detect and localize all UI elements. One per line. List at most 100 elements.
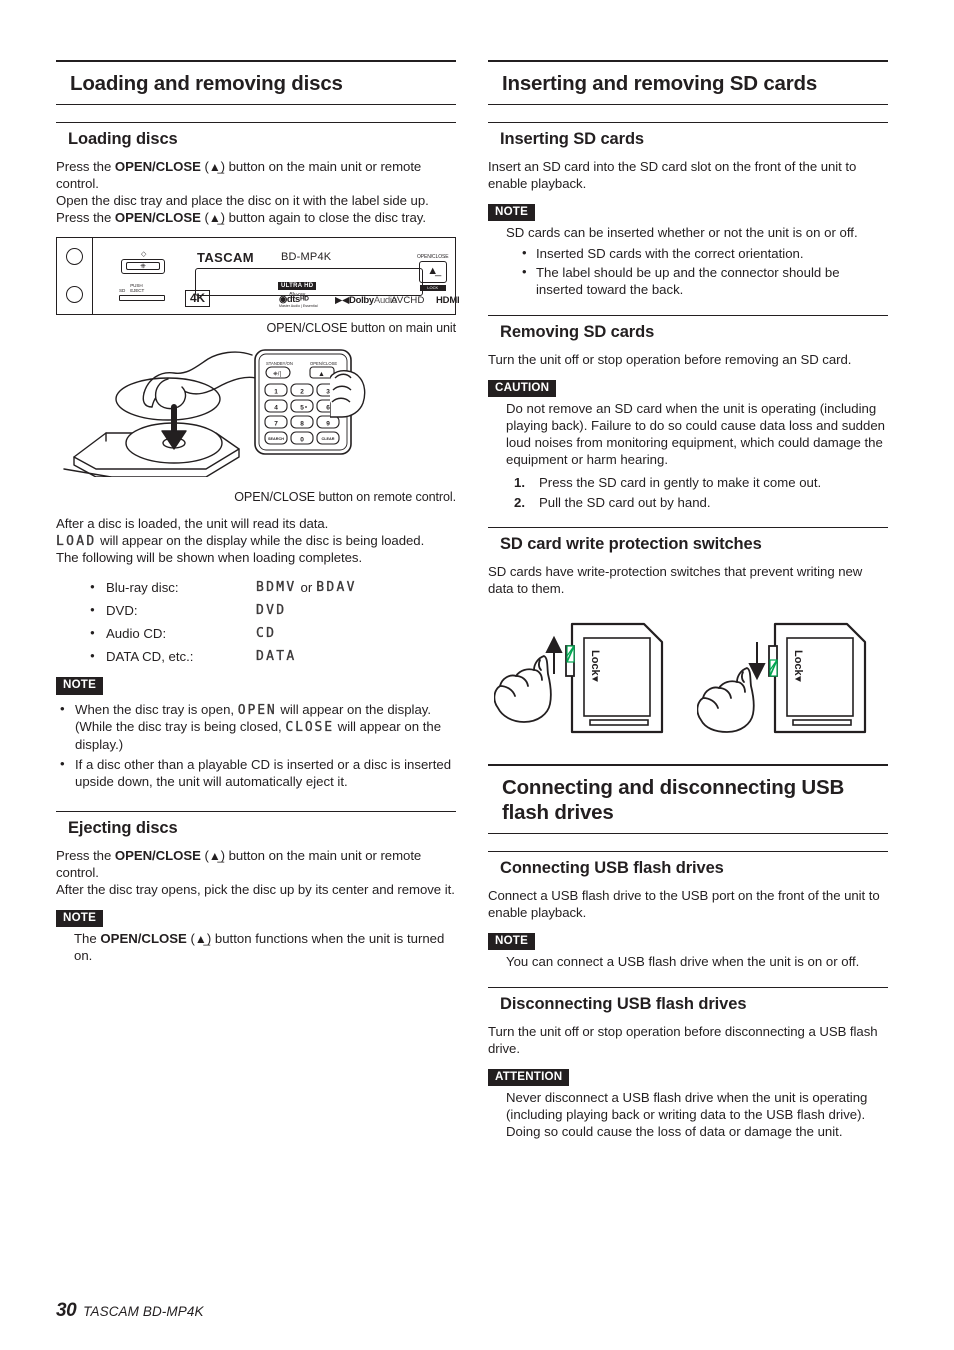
heading-ejecting-discs: Ejecting discs: [56, 810, 456, 841]
list-item: Blu-ray disc: BDMV or BDAV: [90, 576, 456, 599]
two-column-layout: Loading and removing discs Loading discs…: [0, 60, 954, 1151]
removing-para-1: Turn the unit off or stop operation befo…: [488, 351, 852, 367]
heading-sd-write-protection: SD card write protection switches: [488, 527, 888, 557]
main-unit-front-panel: ◇ ⎈ TASCAM BD-MP4K ULTRA HD Blu-ray SD P…: [56, 236, 460, 315]
brand-logo: TASCAM: [197, 249, 255, 265]
disconnecting-usb-para-1: Turn the unit off or stop operation befo…: [488, 1024, 878, 1057]
screw-hole-icon: [66, 285, 83, 303]
note-seg-1: When the disc tray is open,: [75, 701, 238, 717]
heading-loading-discs: Loading discs: [56, 122, 456, 152]
eject-icon: ▲̲: [208, 848, 221, 863]
list-item: If a disc other than a playable CD is in…: [60, 756, 456, 791]
format-value: BDMV: [256, 580, 297, 596]
note-box-ejecting: NOTE The OPEN/CLOSE (▲̲) button function…: [56, 908, 456, 965]
removal-steps: Press the SD card in gently to make it c…: [506, 474, 888, 511]
loading-para3-before: Press the: [56, 209, 115, 225]
caution-text: Do not remove an SD card when the unit i…: [506, 401, 886, 467]
note-tag: NOTE: [488, 203, 536, 222]
remote-standby-label: STANDBY/ON: [266, 361, 293, 366]
caption-main-unit: OPEN/CLOSE button on main unit: [266, 320, 456, 335]
footer-model: TASCAM BD-MP4K: [83, 1304, 204, 1319]
ultrahd-logo-text: ULTRA HD: [278, 282, 317, 291]
format-label: Blu-ray disc:: [106, 580, 179, 596]
loading-para-3: Press the OPEN/CLOSE (▲̲) button again t…: [56, 209, 426, 225]
caption-remote: OPEN/CLOSE button on remote control.: [234, 489, 456, 504]
note-body: SD cards can be inserted whether or not …: [488, 225, 888, 299]
lock-label: Lock: [792, 650, 804, 677]
openclose-bold-2: OPEN/CLOSE: [114, 209, 201, 225]
remote-control: STANDBY/ON OPEN/CLOSE ⎈/| ▲ 1 2 3 4 5 6 …: [252, 347, 366, 462]
dolby-text: Dolby: [349, 294, 374, 306]
svg-text:SEARCH: SEARCH: [268, 437, 284, 441]
or-word: or: [300, 580, 313, 596]
loading-para-2: Open the disc tray and place the disc on…: [56, 192, 429, 208]
note-box-connecting-usb: NOTE You can connect a USB flash drive w…: [488, 931, 888, 971]
inserting-para-1: Insert an SD card into the SD card slot …: [488, 159, 857, 191]
attention-box-disconnecting-usb: ATTENTION Never disconnect a USB flash d…: [488, 1067, 888, 1141]
power-icon: ⎈: [126, 262, 160, 271]
heading-removing-sd-cards: Removing SD cards: [488, 314, 888, 345]
logo-4k: 4K: [185, 289, 210, 307]
ejecting-para-1: Press the OPEN/CLOSE (▲̲) button on the …: [56, 847, 422, 880]
figure-sd-write-protection: Lock ▼ Lock ▼: [488, 612, 888, 744]
note-lead: SD cards can be inserted whether or not …: [506, 225, 858, 241]
dts-sub: Master Audio | Essential: [279, 303, 318, 308]
eject-label: EJECT: [130, 287, 145, 293]
list-item: Audio CD: CD: [90, 622, 456, 645]
note-before: The: [74, 930, 101, 946]
caution-body: Do not remove an SD card when the unit i…: [488, 401, 888, 511]
format-label: Audio CD:: [106, 626, 167, 642]
lock-arrow-icon: ▼: [589, 674, 600, 684]
note-body: The OPEN/CLOSE (▲̲) button functions whe…: [56, 931, 456, 965]
disc-tray: ULTRA HD Blu-ray: [195, 267, 423, 298]
lcd-close-text: CLOSE: [285, 720, 334, 736]
logo-hdmi: HDMI: [436, 294, 460, 306]
loading-para-1: Press the OPEN/CLOSE (▲̲) button on the …: [56, 159, 422, 191]
right-column: Inserting and removing SD cards Insertin…: [488, 60, 888, 1151]
note-tag: NOTE: [56, 909, 104, 927]
push-eject-label: PUSH EJECT: [130, 283, 145, 294]
standby-on-button: ⎈: [121, 258, 165, 274]
caution-tag: CAUTION: [488, 379, 557, 398]
svg-text:▲: ▲: [318, 371, 325, 378]
write-protect-switch-up: [566, 645, 575, 663]
openclose-button-group: OPEN/CLOSE ▲̲ LOCK: [417, 254, 449, 291]
sd-slot-label: SD: [119, 287, 126, 293]
attention-tag: ATTENTION: [488, 1068, 570, 1087]
svg-text:⎈/|: ⎈/|: [273, 371, 281, 377]
svg-text:5: 5: [300, 404, 304, 411]
note-text: You can connect a USB flash drive when t…: [506, 954, 860, 970]
openclose-bold-3: OPEN/CLOSE: [114, 847, 201, 863]
sd-card-slot: [119, 295, 165, 302]
screw-hole-icon: [66, 247, 83, 265]
openclose-button[interactable]: ▲̲: [418, 260, 447, 283]
openclose-button-label: OPEN/CLOSE: [417, 253, 449, 260]
eject-icon: ▲̲: [208, 210, 221, 225]
openclose-bold-1: OPEN/CLOSE: [114, 159, 201, 174]
note-box-inserting-sd: NOTE SD cards can be inserted whether or…: [488, 202, 888, 299]
svg-text:4: 4: [274, 404, 278, 411]
note-tag: NOTE: [56, 677, 104, 695]
note-tag: NOTE: [488, 932, 536, 951]
section-title-usb-flash-drives: Connecting and disconnecting USB flash d…: [488, 764, 888, 835]
logo-avchd: AVCHD: [391, 294, 425, 306]
eject-icon: ▲̲: [208, 160, 221, 174]
svg-text:2: 2: [300, 388, 304, 395]
hand-pointer-overlay-remote: [330, 369, 366, 418]
loading-para3-after: ) button again to close the disc tray.: [220, 209, 426, 225]
manual-page: Loading and removing discs Loading discs…: [0, 0, 954, 1350]
connecting-usb-para-1: Connect a USB flash drive to the USB por…: [488, 888, 880, 920]
note-body: You can connect a USB flash drive when t…: [488, 954, 888, 971]
list-item: When the disc tray is open, OPEN will ap…: [60, 701, 456, 754]
remote-openclose-label: OPEN/CLOSE: [310, 361, 337, 366]
format-value: DATA: [256, 649, 297, 665]
after-load-para-2: LOAD will appear on the display while th…: [56, 533, 456, 551]
after-load-para-1: After a disc is loaded, the unit will re…: [56, 515, 329, 531]
eject-icon: ▲̲: [194, 931, 207, 946]
write-protect-para-1: SD cards have write-protection switches …: [488, 564, 863, 597]
lock-arrow-icon: ▼: [792, 674, 803, 684]
list-item: DVD: DVD: [90, 599, 456, 622]
note-text: The OPEN/CLOSE (▲̲) button functions whe…: [74, 930, 445, 963]
lcd-load-text: LOAD: [56, 533, 97, 549]
figure-main-unit: ◇ ⎈ TASCAM BD-MP4K ULTRA HD Blu-ray SD P…: [56, 236, 460, 335]
